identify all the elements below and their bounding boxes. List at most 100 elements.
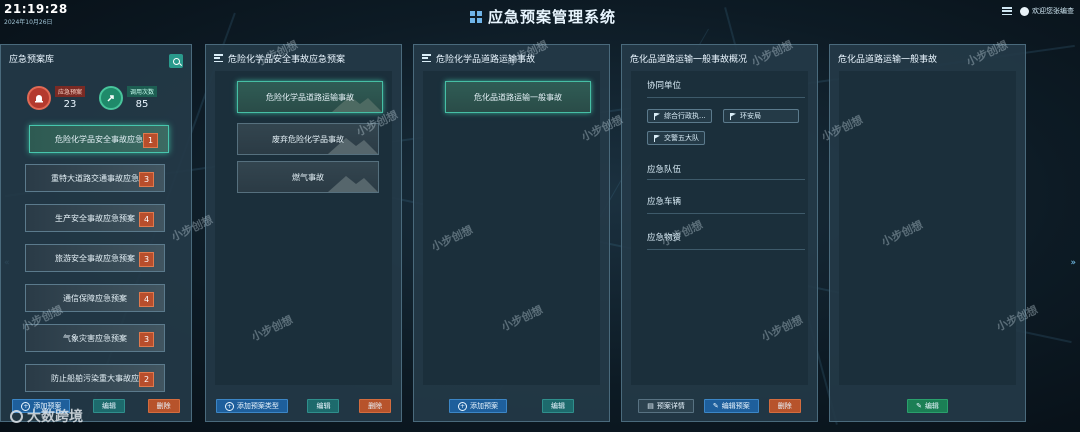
- panel-title: 应急预案库: [9, 54, 55, 65]
- plan-item[interactable]: 防止船舶污染重大事故应 2: [25, 364, 165, 392]
- tag-label: 环安局: [740, 112, 761, 120]
- section-team: 应急队伍: [647, 165, 682, 175]
- incident-label: 危化品道路运输一般事故: [474, 92, 562, 102]
- edit-button[interactable]: 编辑: [92, 399, 125, 413]
- brand-text: 大数跨境: [27, 409, 83, 425]
- plan-item-label: 旅游安全事故应急预案: [55, 253, 135, 263]
- delete-button[interactable]: 删除: [768, 399, 801, 413]
- panel-footer: ✎ 编辑: [830, 399, 1025, 413]
- count-badge: 3: [139, 252, 154, 267]
- plan-item[interactable]: 旅游安全事故应急预案 3: [25, 244, 165, 272]
- user-profile[interactable]: 欢迎您张编查: [1020, 6, 1074, 16]
- delete-button[interactable]: 删除: [147, 399, 180, 413]
- stat-label: 应急预案: [55, 86, 86, 97]
- edit-button[interactable]: 编辑: [542, 399, 574, 413]
- divider: [647, 213, 805, 214]
- panel-header: 危险化学品安全事故应急预案: [206, 45, 401, 71]
- plan-item[interactable]: 生产安全事故应急预案 4: [25, 204, 165, 232]
- count-badge: 1: [143, 133, 158, 148]
- category-panel: 危险化学品安全事故应急预案 危险化学品道路运输事故 废弃危险化学品事故 燃气事故…: [205, 44, 402, 422]
- panel-body: [839, 71, 1016, 385]
- plan-item[interactable]: 重特大道路交通事故应急 3: [25, 164, 165, 192]
- tag-label: 综合行政执...: [664, 112, 706, 120]
- delete-button[interactable]: 删除: [359, 399, 392, 413]
- plan-item[interactable]: 气象灾害应急预案 3: [25, 324, 165, 352]
- button-label: 添加预案类型: [236, 402, 279, 410]
- section-vehicles: 应急车辆: [647, 197, 682, 207]
- count-badge: 3: [139, 332, 154, 347]
- add-plan-button[interactable]: + 添加预案: [449, 399, 507, 413]
- clock-time: 21:19:28: [4, 2, 68, 16]
- search-button[interactable]: [169, 54, 183, 68]
- plan-item-label: 气象灾害应急预案: [63, 333, 127, 343]
- plan-item-label: 危险化学品安全事故应急: [55, 134, 143, 144]
- unit-tag[interactable]: 环安局: [723, 109, 799, 123]
- tag-label: 交警五大队: [664, 134, 699, 142]
- overview-panel: 危化品道路运输一般事故概况 协同单位 综合行政执... 环安局 交警五大队 应急…: [621, 44, 818, 422]
- panel-header: 应急预案库: [1, 45, 191, 71]
- count-badge: 2: [139, 372, 154, 387]
- edit-button[interactable]: 编辑: [307, 399, 340, 413]
- plan-item[interactable]: 危险化学品安全事故应急 1: [29, 125, 169, 153]
- count-badge: 4: [139, 212, 154, 227]
- clock-date: 2024年10月26日: [4, 19, 53, 26]
- stat-value: 85: [135, 99, 149, 110]
- incident-detail-panel: 危化品道路运输一般事故 ✎ 编辑: [829, 44, 1026, 422]
- stat-label: 调用次数: [127, 86, 158, 97]
- divider: [647, 179, 805, 180]
- flag-icon: [729, 112, 736, 120]
- category-label: 废弃危险化学品事故: [272, 134, 344, 144]
- panel-footer: + 添加预案 编辑: [414, 399, 609, 413]
- count-badge: 3: [139, 172, 154, 187]
- plan-item-label: 防止船舶污染重大事故应: [51, 373, 139, 383]
- stat-value: 23: [63, 99, 77, 110]
- page-title-text: 应急预案管理系统: [488, 8, 617, 26]
- brand-icon: [10, 409, 23, 423]
- panel-footer: + 添加预案类型 编辑 删除: [206, 399, 401, 413]
- alarm-icon: [27, 86, 51, 110]
- unit-tag[interactable]: 综合行政执...: [647, 109, 712, 123]
- plan-item-label: 重特大道路交通事故应急: [51, 173, 139, 183]
- plan-detail-button[interactable]: ▤ 预案详情: [638, 399, 694, 413]
- app-logo-icon: [470, 10, 482, 23]
- incident-item[interactable]: 危化品道路运输一般事故: [445, 81, 591, 113]
- plan-library-panel: 应急预案库 应急预案 23 调用次数 85 危险化学品安全事故应急 1 重特大道…: [0, 44, 192, 422]
- plus-icon: +: [224, 401, 234, 411]
- panel-body: 危险化学品道路运输事故 废弃危险化学品事故 燃气事故: [215, 71, 392, 385]
- list-icon: [422, 54, 431, 62]
- flag-icon: [653, 112, 660, 120]
- category-label: 危险化学品道路运输事故: [266, 92, 354, 102]
- divider: [647, 97, 805, 98]
- expand-right-icon[interactable]: »: [1070, 258, 1076, 268]
- category-item[interactable]: 危险化学品道路运输事故: [237, 81, 383, 113]
- stat-calls: 调用次数 85: [99, 86, 158, 110]
- divider: [647, 249, 805, 250]
- edit-icon: ✎: [916, 402, 922, 410]
- section-units: 协同单位: [647, 81, 682, 91]
- plan-item-label: 通信保障应急预案: [63, 293, 127, 303]
- button-label: 编辑: [924, 402, 939, 410]
- share-icon: [99, 86, 123, 110]
- search-icon: [172, 57, 180, 65]
- avatar: [1020, 6, 1029, 16]
- panel-footer: ▤ 预案详情 ✎ 编辑预案 删除: [622, 399, 817, 413]
- button-label: 预案详情: [656, 402, 685, 410]
- mountain-icon: [328, 176, 378, 192]
- plan-item-label: 生产安全事故应急预案: [55, 213, 135, 223]
- clock: 21:19:28 2024年10月26日: [4, 2, 68, 26]
- page-title: 应急预案管理系统: [470, 6, 616, 27]
- menu-icon[interactable]: [1002, 7, 1012, 15]
- edit-plan-button[interactable]: ✎ 编辑预案: [703, 399, 759, 413]
- category-item[interactable]: 燃气事故: [237, 161, 379, 193]
- document-icon: ▤: [647, 402, 654, 410]
- top-right-bar: 欢迎您张编查: [1002, 6, 1074, 16]
- panel-body: 协同单位 综合行政执... 环安局 交警五大队 应急队伍 应急车辆 应急物资: [631, 71, 808, 385]
- user-name: 欢迎您张编查: [1032, 7, 1074, 15]
- button-label: 添加预案: [470, 402, 498, 410]
- edit-button[interactable]: ✎ 编辑: [907, 399, 948, 413]
- panel-title: 危化品道路运输一般事故概况: [630, 54, 748, 65]
- count-badge: 4: [139, 292, 154, 307]
- unit-tag[interactable]: 交警五大队: [647, 131, 705, 145]
- brand-watermark: 大数跨境: [10, 406, 83, 426]
- add-plan-type-button[interactable]: + 添加预案类型: [215, 399, 288, 413]
